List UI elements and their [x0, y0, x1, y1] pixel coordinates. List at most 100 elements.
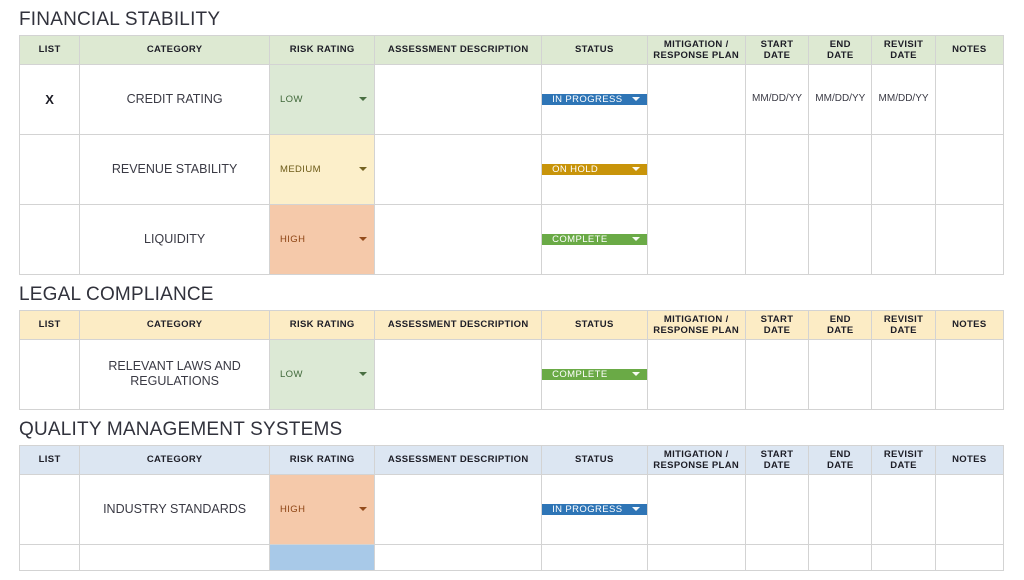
risk-rating-dropdown[interactable]: HIGH	[271, 234, 374, 245]
cell-status[interactable]: COMPLETE	[541, 338, 648, 410]
cell-risk-rating[interactable]: LOW	[268, 63, 376, 135]
col-header-list[interactable]: LIST	[18, 34, 81, 65]
cell-revisit-date[interactable]	[871, 338, 936, 410]
cell-mitigation-response-plan[interactable]	[646, 203, 746, 275]
cell-list[interactable]	[18, 338, 81, 410]
cell-end-date[interactable]: MM/DD/YY	[808, 63, 873, 135]
chevron-down-icon[interactable]	[359, 237, 368, 242]
table-row[interactable]	[18, 543, 1005, 571]
cell-assessment-description[interactable]	[374, 338, 543, 410]
status-dropdown[interactable]: COMPLETE	[542, 368, 647, 380]
cell-end-date[interactable]	[808, 203, 873, 275]
cell-mitigation-response-plan[interactable]	[646, 543, 746, 571]
cell-revisit-date[interactable]	[871, 543, 936, 571]
cell-category[interactable]: RELEVANT LAWS AND REGULATIONS	[79, 338, 270, 410]
cell-start-date[interactable]	[744, 203, 810, 275]
chevron-down-icon[interactable]	[359, 97, 368, 102]
cell-assessment-description[interactable]	[374, 543, 543, 571]
cell-risk-rating[interactable]: HIGH	[268, 203, 376, 275]
cell-notes[interactable]	[934, 63, 1005, 135]
col-header-notes[interactable]: NOTES	[934, 309, 1005, 340]
cell-start-date[interactable]: MM/DD/YY	[744, 63, 810, 135]
cell-assessment-description[interactable]	[374, 473, 543, 545]
risk-rating-dropdown[interactable]: MEDIUM	[271, 164, 374, 175]
cell-mitigation-response-plan[interactable]	[646, 473, 746, 545]
col-header-category[interactable]: CATEGORY	[79, 444, 270, 475]
cell-list[interactable]	[18, 473, 81, 545]
chevron-down-icon[interactable]	[631, 167, 640, 172]
col-header-revisit-date[interactable]: REVISIT DATE	[871, 34, 936, 65]
cell-start-date[interactable]	[744, 338, 810, 410]
cell-revisit-date[interactable]	[871, 473, 936, 545]
col-header-assessment-description[interactable]: ASSESSMENT DESCRIPTION	[374, 34, 543, 65]
cell-status[interactable]: IN PROGRESS	[541, 63, 648, 135]
col-header-assessment-description[interactable]: ASSESSMENT DESCRIPTION	[374, 444, 543, 475]
cell-notes[interactable]	[934, 203, 1005, 275]
cell-mitigation-response-plan[interactable]	[646, 63, 746, 135]
col-header-revisit-date[interactable]: REVISIT DATE	[871, 444, 936, 475]
col-header-start-date[interactable]: START DATE	[744, 444, 810, 475]
cell-list[interactable]	[18, 133, 81, 205]
cell-end-date[interactable]	[808, 473, 873, 545]
col-header-notes[interactable]: NOTES	[934, 444, 1005, 475]
cell-assessment-description[interactable]	[374, 203, 543, 275]
chevron-down-icon[interactable]	[631, 237, 640, 242]
cell-mitigation-response-plan[interactable]	[646, 133, 746, 205]
cell-notes[interactable]	[934, 133, 1005, 205]
risk-rating-dropdown[interactable]: LOW	[271, 369, 374, 380]
col-header-end-date[interactable]: END DATE	[808, 309, 873, 340]
col-header-category[interactable]: CATEGORY	[79, 309, 270, 340]
cell-list[interactable]	[18, 543, 81, 571]
cell-revisit-date[interactable]	[871, 133, 936, 205]
cell-notes[interactable]	[934, 473, 1005, 545]
cell-category[interactable]: CREDIT RATING	[79, 63, 270, 135]
col-header-revisit-date[interactable]: REVISIT DATE	[871, 309, 936, 340]
status-dropdown[interactable]: IN PROGRESS	[542, 503, 647, 515]
col-header-end-date[interactable]: END DATE	[808, 444, 873, 475]
col-header-risk-rating[interactable]: RISK RATING	[268, 34, 376, 65]
cell-status[interactable]: COMPLETE	[541, 203, 648, 275]
cell-status[interactable]	[541, 543, 648, 571]
col-header-mitigation-response-plan[interactable]: MITIGATION / RESPONSE PLAN	[646, 309, 746, 340]
cell-start-date[interactable]	[744, 473, 810, 545]
table-row[interactable]: INDUSTRY STANDARDS HIGH IN PROGRESS	[18, 473, 1005, 545]
cell-start-date[interactable]	[744, 543, 810, 571]
cell-assessment-description[interactable]	[374, 133, 543, 205]
cell-end-date[interactable]	[808, 338, 873, 410]
col-header-list[interactable]: LIST	[18, 444, 81, 475]
cell-category[interactable]: INDUSTRY STANDARDS	[79, 473, 270, 545]
col-header-list[interactable]: LIST	[18, 309, 81, 340]
cell-risk-rating[interactable]: HIGH	[268, 473, 376, 545]
table-row[interactable]: X CREDIT RATING LOW IN PROGRESS MM/DD/YY…	[18, 63, 1005, 135]
cell-revisit-date[interactable]	[871, 203, 936, 275]
col-header-status[interactable]: STATUS	[541, 309, 648, 340]
col-header-category[interactable]: CATEGORY	[79, 34, 270, 65]
risk-rating-dropdown[interactable]: LOW	[271, 94, 374, 105]
cell-list[interactable]	[18, 203, 81, 275]
col-header-mitigation-response-plan[interactable]: MITIGATION / RESPONSE PLAN	[646, 34, 746, 65]
col-header-risk-rating[interactable]: RISK RATING	[268, 309, 376, 340]
status-dropdown[interactable]: COMPLETE	[542, 233, 647, 245]
cell-status[interactable]: IN PROGRESS	[541, 473, 648, 545]
col-header-mitigation-response-plan[interactable]: MITIGATION / RESPONSE PLAN	[646, 444, 746, 475]
cell-risk-rating[interactable]: LOW	[268, 338, 376, 410]
chevron-down-icon[interactable]	[631, 507, 640, 512]
table-row[interactable]: REVENUE STABILITY MEDIUM ON HOLD	[18, 133, 1005, 205]
col-header-start-date[interactable]: START DATE	[744, 309, 810, 340]
col-header-end-date[interactable]: END DATE	[808, 34, 873, 65]
cell-list[interactable]: X	[18, 63, 81, 135]
col-header-status[interactable]: STATUS	[541, 34, 648, 65]
cell-status[interactable]: ON HOLD	[541, 133, 648, 205]
col-header-notes[interactable]: NOTES	[934, 34, 1005, 65]
table-row[interactable]: RELEVANT LAWS AND REGULATIONS LOW COMPLE…	[18, 338, 1005, 410]
cell-revisit-date[interactable]: MM/DD/YY	[871, 63, 936, 135]
cell-category[interactable]	[79, 543, 270, 571]
cell-risk-rating[interactable]: MEDIUM	[268, 133, 376, 205]
cell-end-date[interactable]	[808, 133, 873, 205]
col-header-risk-rating[interactable]: RISK RATING	[268, 444, 376, 475]
cell-assessment-description[interactable]	[374, 63, 543, 135]
chevron-down-icon[interactable]	[631, 372, 640, 377]
chevron-down-icon[interactable]	[631, 97, 640, 102]
status-dropdown[interactable]: IN PROGRESS	[542, 93, 647, 105]
col-header-start-date[interactable]: START DATE	[744, 34, 810, 65]
